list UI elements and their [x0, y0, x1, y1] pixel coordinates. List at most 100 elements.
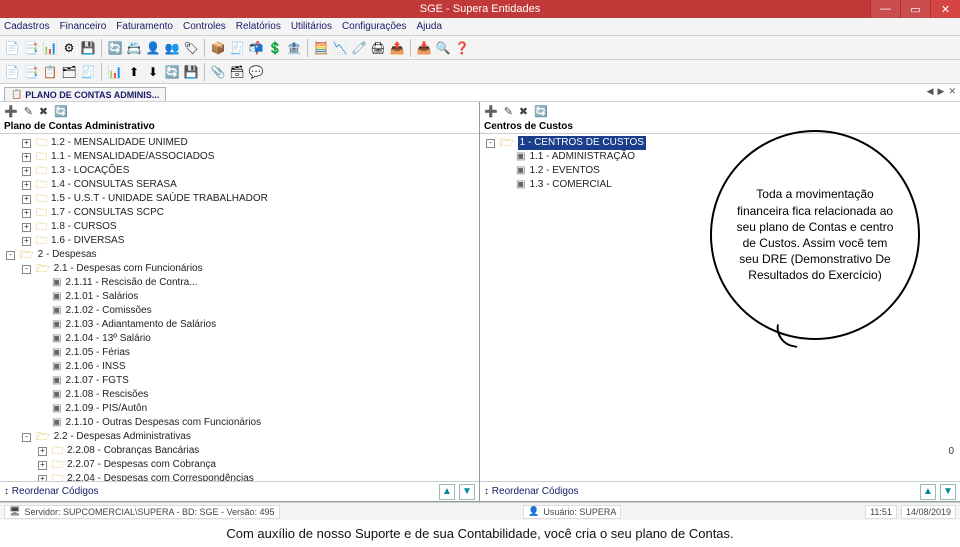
tree-row[interactable]: +1.3 - LOCAÇÕES	[4, 164, 475, 178]
tree-row[interactable]: -2 - Despesas	[4, 248, 475, 262]
toolbar-icon-2[interactable]: 📋	[42, 64, 58, 80]
collapse-icon[interactable]: -	[6, 251, 15, 260]
tree-row[interactable]: +1.2 - MENSALIDADE UNIMED	[4, 136, 475, 150]
move-down-button[interactable]: ▼	[940, 484, 956, 500]
tree-row[interactable]: 2.1.01 - Salários	[4, 290, 475, 304]
toolbar-icon-14[interactable]: 🏦	[286, 40, 302, 56]
toolbar-icon-16[interactable]: 📉	[332, 40, 348, 56]
pane-tool-2[interactable]: ✖	[519, 105, 528, 118]
expand-icon[interactable]: +	[22, 195, 31, 204]
expand-icon[interactable]: +	[38, 461, 47, 470]
tree-plano-contas[interactable]: +1.2 - MENSALIDADE UNIMED+1.1 - MENSALID…	[0, 134, 479, 481]
menu-relatórios[interactable]: Relatórios	[236, 21, 281, 32]
tree-row[interactable]: +2.2.04 - Despesas com Correspondências	[4, 472, 475, 481]
collapse-icon[interactable]: -	[22, 433, 31, 442]
tree-row[interactable]: +2.2.08 - Cobranças Bancárias	[4, 444, 475, 458]
close-button[interactable]: ✕	[930, 0, 960, 18]
toolbar-icon-1[interactable]: 📑	[23, 64, 39, 80]
tree-row[interactable]: 2.1.06 - INSS	[4, 360, 475, 374]
tab-close-icon[interactable]: ✕	[948, 86, 956, 97]
toolbar-icon-6[interactable]: 📇	[126, 40, 142, 56]
toolbar-icon-12[interactable]: 📬	[248, 40, 264, 56]
tree-row[interactable]: -2.1 - Despesas com Funcionários	[4, 262, 475, 276]
menu-faturamento[interactable]: Faturamento	[116, 21, 173, 32]
expand-icon[interactable]: +	[22, 167, 31, 176]
tab-plano-contas[interactable]: 📋 PLANO DE CONTAS ADMINIS...	[4, 87, 166, 101]
tree-row[interactable]: 2.1.04 - 13º Salário	[4, 332, 475, 346]
tree-row[interactable]: 2.1.03 - Adiantamento de Salários	[4, 318, 475, 332]
tab-nav-right-icon[interactable]: ▶	[938, 86, 945, 97]
menu-financeiro[interactable]: Financeiro	[60, 21, 107, 32]
toolbar-icon-4[interactable]: 🧾	[80, 64, 96, 80]
tree-row[interactable]: +2.2.07 - Despesas com Cobrança	[4, 458, 475, 472]
toolbar-icon-0[interactable]: 📄	[4, 64, 20, 80]
tree-row[interactable]: 2.1.05 - Férias	[4, 346, 475, 360]
toolbar-icon-1[interactable]: 📑	[23, 40, 39, 56]
toolbar-icon-9[interactable]: 🏷	[183, 40, 199, 56]
tree-row[interactable]: 2.1.11 - Rescisão de Contra...	[4, 276, 475, 290]
pane-tool-0[interactable]: ➕	[484, 105, 498, 118]
collapse-icon[interactable]: -	[22, 265, 31, 274]
toolbar-icon-8[interactable]: 👥	[164, 40, 180, 56]
move-down-button[interactable]: ▼	[459, 484, 475, 500]
tree-row[interactable]: 2.1.02 - Comissões	[4, 304, 475, 318]
tree-row[interactable]: +1.6 - DIVERSAS	[4, 234, 475, 248]
tree-row[interactable]: +1.7 - CONSULTAS SCPC	[4, 206, 475, 220]
toolbar-icon-5[interactable]: 🔄	[107, 40, 123, 56]
expand-icon[interactable]: +	[22, 181, 31, 190]
toolbar-icon-11[interactable]: 🗃	[229, 64, 245, 80]
toolbar-icon-13[interactable]: 💲	[267, 40, 283, 56]
pane-tool-1[interactable]: ✎	[504, 105, 513, 118]
expand-icon[interactable]: +	[22, 209, 31, 218]
toolbar-icon-3[interactable]: ⚙	[61, 40, 77, 56]
menu-ajuda[interactable]: Ajuda	[416, 21, 442, 32]
tree-row[interactable]: 2.1.08 - Rescisões	[4, 388, 475, 402]
collapse-icon[interactable]: -	[486, 139, 495, 148]
toolbar-icon-2[interactable]: 📊	[42, 40, 58, 56]
toolbar-icon-17[interactable]: 🧷	[351, 40, 367, 56]
move-up-button[interactable]: ▲	[920, 484, 936, 500]
expand-icon[interactable]: +	[22, 153, 31, 162]
tree-row[interactable]: +1.4 - CONSULTAS SERASA	[4, 178, 475, 192]
toolbar-icon-0[interactable]: 📄	[4, 40, 20, 56]
toolbar-icon-10[interactable]: 📦	[210, 40, 226, 56]
toolbar-icon-4[interactable]: 💾	[80, 40, 96, 56]
tree-row[interactable]: +1.5 - U.S.T - UNIDADE SAÚDE TRABALHADOR	[4, 192, 475, 206]
menu-controles[interactable]: Controles	[183, 21, 226, 32]
minimize-button[interactable]: —	[870, 0, 900, 18]
pane-tool-3[interactable]: 🔄	[54, 105, 68, 118]
tree-row[interactable]: -2.2 - Despesas Administrativas	[4, 430, 475, 444]
toolbar-icon-6[interactable]: ⬆	[126, 64, 142, 80]
reorder-button-left[interactable]: ↕ Reordenar Códigos	[4, 486, 99, 497]
reorder-button-right[interactable]: ↕ Reordenar Códigos	[484, 486, 579, 497]
tree-row[interactable]: 2.1.09 - PIS/Autôn	[4, 402, 475, 416]
toolbar-icon-7[interactable]: ⬇	[145, 64, 161, 80]
toolbar-icon-7[interactable]: 👤	[145, 40, 161, 56]
move-up-button[interactable]: ▲	[439, 484, 455, 500]
expand-icon[interactable]: +	[22, 223, 31, 232]
toolbar-icon-10[interactable]: 📎	[210, 64, 226, 80]
expand-icon[interactable]: +	[38, 475, 47, 482]
toolbar-icon-15[interactable]: 🧮	[313, 40, 329, 56]
toolbar-icon-19[interactable]: 📤	[389, 40, 405, 56]
tree-row[interactable]: +1.1 - MENSALIDADE/ASSOCIADOS	[4, 150, 475, 164]
toolbar-icon-12[interactable]: 💬	[248, 64, 264, 80]
toolbar-icon-3[interactable]: 🗂	[61, 64, 77, 80]
expand-icon[interactable]: +	[22, 139, 31, 148]
tab-nav-left-icon[interactable]: ◀	[927, 86, 934, 97]
toolbar-icon-9[interactable]: 💾	[183, 64, 199, 80]
pane-tool-1[interactable]: ✎	[24, 105, 33, 118]
toolbar-icon-20[interactable]: 📥	[416, 40, 432, 56]
menu-utilitários[interactable]: Utilitários	[291, 21, 332, 32]
tree-row[interactable]: 2.1.07 - FGTS	[4, 374, 475, 388]
pane-tool-3[interactable]: 🔄	[534, 105, 548, 118]
pane-tool-2[interactable]: ✖	[39, 105, 48, 118]
toolbar-icon-5[interactable]: 📊	[107, 64, 123, 80]
expand-icon[interactable]: +	[38, 447, 47, 456]
menu-cadastros[interactable]: Cadastros	[4, 21, 50, 32]
tree-row[interactable]: 2.1.10 - Outras Despesas com Funcionário…	[4, 416, 475, 430]
pane-tool-0[interactable]: ➕	[4, 105, 18, 118]
expand-icon[interactable]: +	[22, 237, 31, 246]
toolbar-icon-18[interactable]: 🖨	[370, 40, 386, 56]
maximize-button[interactable]: ▭	[900, 0, 930, 18]
